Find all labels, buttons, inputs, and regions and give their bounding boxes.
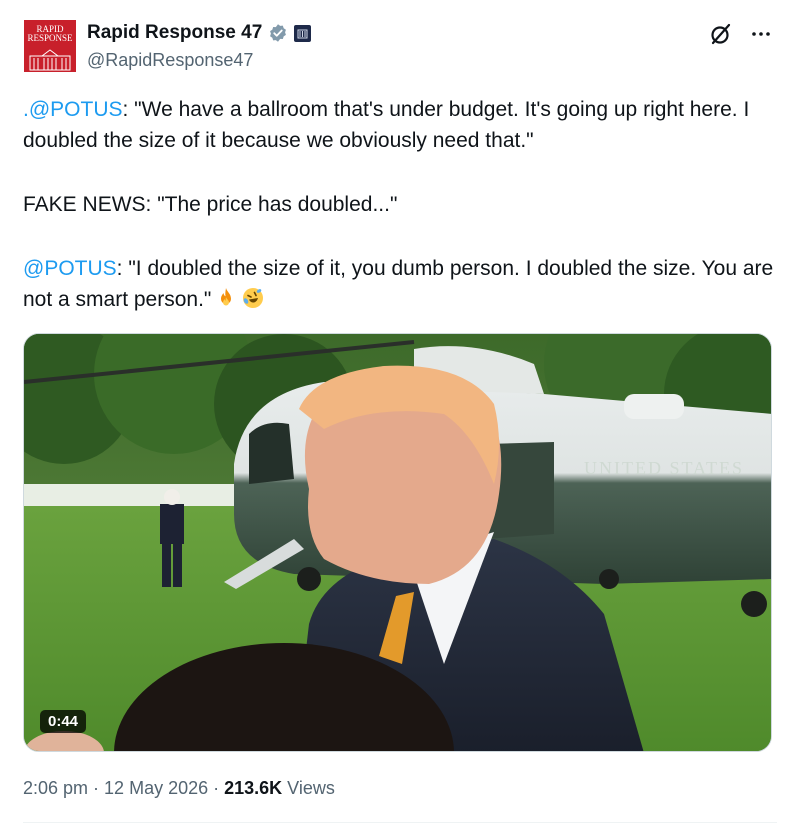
fire-emoji-icon xyxy=(221,288,232,306)
tweet-date[interactable]: 12 May 2026 xyxy=(104,778,208,799)
views-count[interactable]: 213.6K xyxy=(224,778,282,799)
government-affiliation-icon[interactable] xyxy=(294,24,312,42)
helicopter-lettering: UNITED STATES xyxy=(584,458,744,478)
quote-text: : "I doubled the size of it, you dumb pe… xyxy=(23,257,774,311)
tweet-time[interactable]: 2:06 pm xyxy=(23,778,88,799)
video-duration-badge: 0:44 xyxy=(40,710,87,733)
more-options-icon[interactable] xyxy=(748,21,774,47)
quote-text: : "We have a ballroom that's under budge… xyxy=(23,98,750,152)
avatar[interactable]: RAPID RESPONSE xyxy=(24,20,76,72)
tweet-text: .@POTUS: "We have a ballroom that's unde… xyxy=(23,94,783,315)
mention-link[interactable]: .@POTUS xyxy=(23,98,123,121)
video-thumbnail: UNITED STATES xyxy=(24,334,771,751)
tweet-metadata: 2:06 pm · 12 May 2026 · 213.6K Views xyxy=(23,778,335,799)
white-house-logo-icon xyxy=(29,49,71,71)
author-handle[interactable]: @RapidResponse47 xyxy=(87,50,253,71)
rolling-on-floor-laughing-emoji-icon xyxy=(243,288,264,308)
mention-link[interactable]: @POTUS xyxy=(23,257,117,280)
verified-badge-icon[interactable] xyxy=(268,23,288,43)
separator: · xyxy=(213,778,220,798)
video-player[interactable]: UNITED STATES 0:44 xyxy=(23,333,772,752)
views-label: Views xyxy=(287,778,335,798)
display-name[interactable]: Rapid Response 47 xyxy=(87,22,262,44)
tweet-card[interactable]: RAPID RESPONSE Rapid Response 47 @RapidR… xyxy=(0,0,800,831)
tweet-paragraph-1: .@POTUS: "We have a ballroom that's unde… xyxy=(23,94,783,156)
separator: · xyxy=(93,778,100,798)
tweet-paragraph-2: FAKE NEWS: "The price has doubled..." xyxy=(23,193,398,216)
tweet-paragraph-3: @POTUS: "I doubled the size of it, you d… xyxy=(23,253,783,315)
divider xyxy=(23,822,777,823)
avatar-logo-text: RAPID RESPONSE xyxy=(27,24,73,43)
author-name-row: Rapid Response 47 xyxy=(87,20,312,46)
grok-icon[interactable] xyxy=(708,21,734,47)
